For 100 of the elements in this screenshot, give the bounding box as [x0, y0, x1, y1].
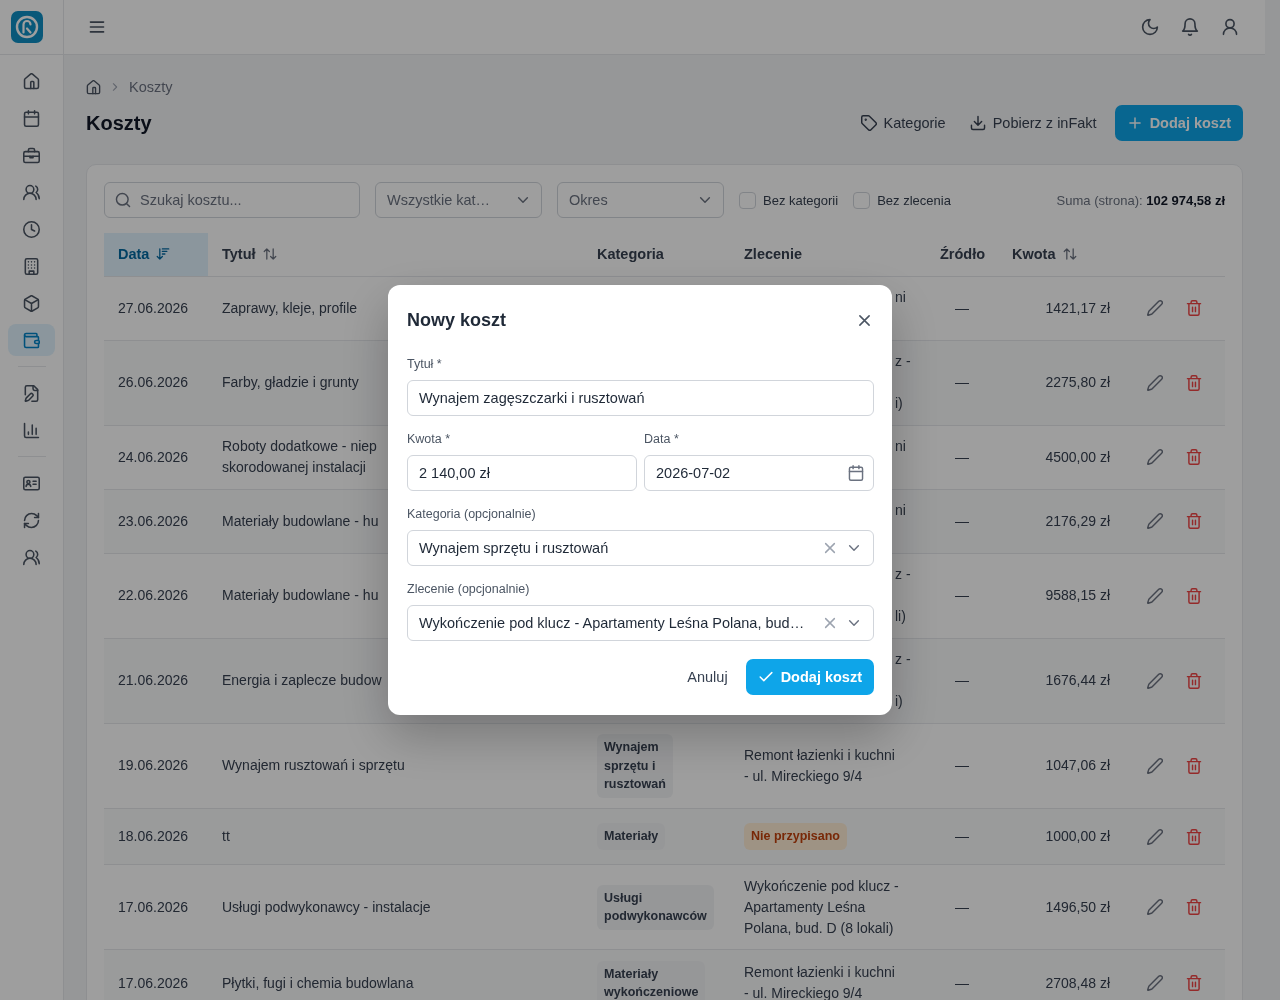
text-input[interactable]: Wynajem zagęszczarki i rusztowań — [407, 380, 874, 416]
bell-icon[interactable] — [1181, 18, 1199, 36]
source-text: — — [955, 756, 969, 776]
pencil-icon[interactable] — [1147, 300, 1163, 316]
pencil-icon[interactable] — [1147, 975, 1163, 991]
field-label: Kategoria (opcjonalnie) — [407, 506, 537, 522]
date-input[interactable]: 2026-07-02 — [644, 455, 874, 491]
menu-icon[interactable] — [88, 18, 106, 36]
select-field[interactable]: Wynajem sprzętu i rusztowań — [407, 530, 874, 566]
wallet-icon — [23, 331, 40, 349]
amount-text: 1421,17 zł — [1045, 298, 1110, 318]
order-text: i) — [895, 692, 903, 711]
title-text: Wynajem rusztowań i sprzętu — [222, 756, 405, 776]
refresh-icon — [23, 511, 40, 529]
date-text: 17.06.2026 — [118, 897, 189, 917]
source-text: — — [955, 897, 969, 917]
dialog-title: Nowy koszt — [407, 309, 507, 332]
search-field[interactable]: Szukaj kosztu... — [104, 182, 360, 218]
clear-icon[interactable] — [822, 540, 838, 556]
trash-icon[interactable] — [1186, 587, 1202, 604]
trash-icon[interactable] — [1186, 513, 1202, 529]
search-icon — [115, 192, 131, 208]
pencil-icon[interactable] — [1147, 449, 1163, 465]
field-label: Kwota * — [407, 431, 452, 447]
date-text: 18.06.2026 — [118, 827, 189, 846]
amount-text: 1000,00 zł — [1045, 827, 1110, 846]
order-text: i) — [895, 394, 903, 413]
text-input[interactable]: 2 140,00 zł — [407, 455, 637, 491]
amount-text: 1496,50 zł — [1045, 897, 1110, 917]
pencil-icon[interactable] — [1147, 899, 1163, 915]
bar-chart-icon — [23, 421, 40, 439]
date-text: 19.06.2026 — [118, 756, 189, 776]
date-text: 27.06.2026 — [118, 298, 189, 318]
moon-icon[interactable] — [1141, 18, 1159, 36]
checkbox-label[interactable]: Bez zlecenia — [877, 192, 951, 208]
checkbox-label[interactable]: Bez kategorii — [763, 192, 839, 208]
checkbox[interactable] — [853, 191, 871, 209]
user-icon[interactable] — [1221, 18, 1239, 36]
trash-icon[interactable] — [1186, 828, 1202, 845]
clock-icon — [23, 220, 40, 238]
building-icon — [23, 257, 40, 275]
trash-icon[interactable] — [1186, 899, 1202, 915]
pencil-icon[interactable] — [1147, 513, 1163, 529]
order-text: z - — [895, 565, 911, 584]
trash-icon[interactable] — [1186, 449, 1202, 465]
home-icon[interactable] — [86, 79, 101, 95]
order-text: ni — [895, 501, 906, 520]
trash-icon[interactable] — [1186, 374, 1202, 391]
sidebar-item[interactable] — [8, 324, 55, 356]
select-field[interactable]: Wykończenie pod klucz - Apartamenty Leśna Polana, bud… — [407, 605, 874, 641]
title-text: Materiały budowlane - hu — [222, 586, 379, 605]
category-badge: Usługi podwykonawców — [597, 884, 714, 930]
submit-button[interactable]: Dodaj koszt — [745, 659, 874, 695]
trash-icon[interactable] — [1186, 300, 1202, 316]
sort-descending-icon[interactable] — [156, 247, 171, 262]
pencil-icon[interactable] — [1147, 757, 1163, 774]
field-label: Tytuł * — [407, 356, 443, 372]
pencil-icon[interactable] — [1147, 374, 1163, 391]
amount-text: 1676,44 zł — [1045, 671, 1110, 690]
order-text: z - — [895, 650, 911, 669]
import-button[interactable]: Pobierz z inFakt — [963, 105, 1103, 141]
amount-text: 4500,00 zł — [1045, 447, 1110, 467]
categories-button[interactable]: Kategorie — [854, 105, 952, 141]
field-label: Data * — [644, 431, 680, 447]
trash-icon[interactable] — [1186, 672, 1202, 689]
field-label: Zlecenie (opcjonalnie) — [407, 581, 531, 597]
column-header[interactable]: Data — [104, 233, 208, 276]
trash-icon[interactable] — [1186, 975, 1202, 991]
title-text: Energia i zaplecze budow — [222, 671, 382, 690]
category-filter-select[interactable]: Wszystkie kat… — [375, 182, 542, 218]
date-text: 26.06.2026 — [118, 373, 189, 392]
order-text: ni — [895, 288, 906, 307]
breadcrumb-item[interactable]: Koszty — [129, 79, 173, 95]
sort-icon[interactable] — [262, 247, 277, 262]
source-text: — — [955, 511, 969, 531]
sort-icon[interactable] — [1062, 247, 1077, 262]
order-text: Wykończenie pod klucz - Apartamenty Leśna Polana, bud. D (8 lokali) — [744, 876, 899, 938]
source-text: — — [955, 827, 969, 846]
title-text: Materiały budowlane - hu — [222, 511, 379, 531]
checkbox[interactable] — [739, 191, 756, 209]
briefcase-icon — [23, 146, 40, 164]
cancel-button[interactable]: Anuluj — [681, 659, 734, 695]
title-text: Płytki, fugi i chemia budowlana — [222, 973, 414, 993]
clear-icon[interactable] — [822, 615, 838, 631]
file-pen-icon — [23, 384, 40, 402]
source-text: — — [955, 973, 969, 993]
calendar-icon[interactable] — [848, 465, 864, 481]
amount-text: 2708,48 zł — [1045, 973, 1110, 993]
trash-icon[interactable] — [1186, 757, 1202, 774]
category-badge: Wynajem sprzętu i rusztowań — [597, 734, 673, 798]
period-filter-select[interactable]: Okres — [557, 182, 724, 218]
download-icon — [969, 115, 986, 131]
pencil-icon[interactable] — [1147, 828, 1163, 845]
logo-icon — [11, 11, 43, 43]
page-title: Koszty — [86, 111, 152, 135]
amount-text: 1047,06 zł — [1045, 756, 1110, 776]
pencil-icon[interactable] — [1147, 672, 1163, 689]
pencil-icon[interactable] — [1147, 587, 1163, 604]
status-badge: Nie przypisano — [744, 823, 847, 850]
column-header[interactable]: Tytuł — [208, 233, 583, 276]
